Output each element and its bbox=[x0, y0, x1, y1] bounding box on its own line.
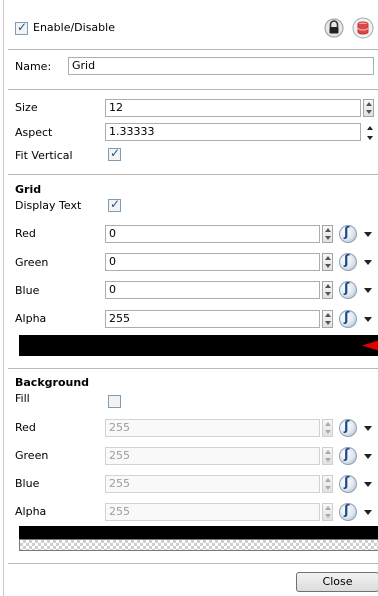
grid-red-stepper[interactable] bbox=[322, 225, 333, 243]
database-icon[interactable] bbox=[352, 17, 374, 39]
background-red-label: Red bbox=[15, 421, 36, 434]
divider bbox=[8, 49, 378, 50]
chevron-down-icon[interactable] bbox=[364, 317, 372, 322]
grid-alpha-field[interactable]: 255 bbox=[105, 310, 320, 328]
function-curve-icon[interactable] bbox=[339, 447, 357, 465]
function-curve-icon[interactable] bbox=[339, 475, 357, 493]
display-text-checkbox[interactable] bbox=[108, 197, 121, 212]
background-green-label: Green bbox=[15, 449, 49, 462]
function-curve-icon[interactable] bbox=[339, 225, 357, 243]
background-alpha-field[interactable]: 255 bbox=[105, 503, 320, 521]
grid-section-title: Grid bbox=[15, 183, 42, 196]
chevron-down-icon[interactable] bbox=[364, 510, 372, 515]
chevron-down-icon[interactable] bbox=[364, 288, 372, 293]
fill-checkbox[interactable] bbox=[108, 395, 121, 408]
grid-green-field[interactable]: 0 bbox=[105, 253, 320, 271]
function-curve-icon[interactable] bbox=[339, 253, 357, 271]
divider bbox=[8, 368, 378, 369]
name-field[interactable]: Grid bbox=[68, 57, 374, 75]
function-curve-icon[interactable] bbox=[339, 419, 357, 437]
grid-color-swatch[interactable] bbox=[19, 335, 378, 356]
background-red-field[interactable]: 255 bbox=[105, 419, 320, 437]
size-label: Size bbox=[15, 101, 38, 114]
background-alpha-stepper[interactable] bbox=[322, 503, 333, 521]
background-section-title: Background bbox=[15, 376, 90, 389]
grid-blue-stepper[interactable] bbox=[322, 281, 333, 299]
chevron-down-icon[interactable] bbox=[364, 232, 372, 237]
display-text-label: Display Text bbox=[15, 199, 82, 212]
background-green-stepper[interactable] bbox=[322, 447, 333, 465]
background-color-swatch[interactable] bbox=[19, 526, 378, 539]
lock-icon[interactable] bbox=[324, 17, 344, 39]
function-curve-icon[interactable] bbox=[339, 310, 357, 328]
fill-label: Fill bbox=[15, 392, 30, 405]
background-alpha-preview bbox=[19, 539, 378, 551]
fit-vertical-checkbox[interactable] bbox=[108, 146, 121, 161]
grid-red-label: Red bbox=[15, 227, 36, 240]
color-marker-icon[interactable] bbox=[360, 338, 378, 353]
background-blue-field[interactable]: 255 bbox=[105, 475, 320, 493]
background-blue-stepper[interactable] bbox=[322, 475, 333, 493]
size-field[interactable]: 12 bbox=[105, 99, 361, 117]
grid-alpha-label: Alpha bbox=[15, 312, 47, 325]
grid-green-stepper[interactable] bbox=[322, 253, 333, 271]
layer-properties-panel: Enable/Disable Name: Grid Size 12 Aspect… bbox=[3, 0, 378, 596]
divider bbox=[8, 89, 378, 90]
grid-blue-field[interactable]: 0 bbox=[105, 281, 320, 299]
divider bbox=[8, 563, 378, 564]
size-stepper[interactable] bbox=[363, 99, 374, 117]
close-button[interactable]: Close bbox=[296, 572, 378, 592]
grid-red-field[interactable]: 0 bbox=[105, 225, 320, 243]
background-blue-label: Blue bbox=[15, 477, 40, 490]
name-label: Name: bbox=[15, 60, 52, 73]
function-curve-icon[interactable] bbox=[339, 281, 357, 299]
chevron-down-icon[interactable] bbox=[364, 454, 372, 459]
background-alpha-label: Alpha bbox=[15, 505, 47, 518]
fit-vertical-label: Fit Vertical bbox=[15, 149, 73, 162]
grid-blue-label: Blue bbox=[15, 284, 40, 297]
enable-label: Enable/Disable bbox=[33, 21, 115, 34]
chevron-down-icon[interactable] bbox=[364, 426, 372, 431]
grid-green-label: Green bbox=[15, 256, 49, 269]
aspect-label: Aspect bbox=[15, 126, 53, 139]
chevron-down-icon[interactable] bbox=[364, 482, 372, 487]
aspect-field[interactable]: 1.33333 bbox=[105, 123, 361, 141]
background-red-stepper[interactable] bbox=[322, 419, 333, 437]
enable-checkbox[interactable] bbox=[15, 20, 28, 35]
divider bbox=[8, 174, 378, 175]
function-curve-icon[interactable] bbox=[339, 503, 357, 521]
chevron-down-icon[interactable] bbox=[364, 260, 372, 265]
grid-alpha-stepper[interactable] bbox=[322, 310, 333, 328]
background-green-field[interactable]: 255 bbox=[105, 447, 320, 465]
aspect-stepper[interactable] bbox=[366, 126, 374, 140]
